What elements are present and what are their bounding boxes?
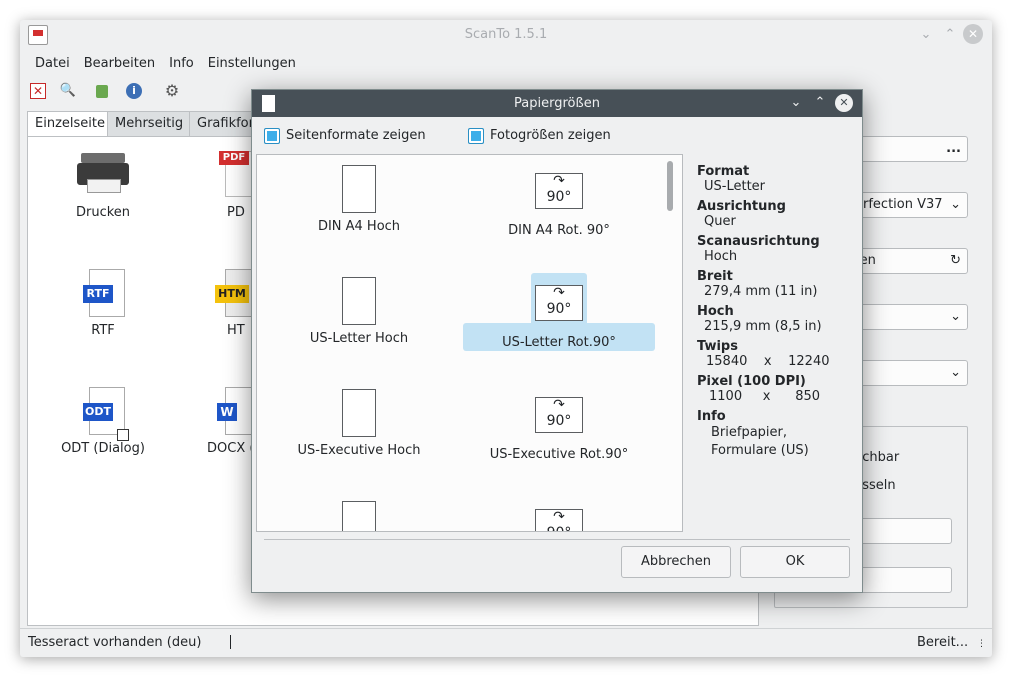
toolbar: ✕ 🔍 i ⚙	[28, 81, 198, 103]
list-item[interactable]: DIN A4 Hoch	[259, 165, 459, 234]
info-heading: Hoch	[697, 304, 734, 319]
output-label: ODT (Dialog)	[61, 441, 145, 456]
divider	[264, 539, 850, 540]
html-icon: HTM	[213, 269, 255, 317]
status-state: Bereit...	[917, 635, 969, 650]
refresh-button[interactable]: fen ↻	[848, 248, 968, 274]
dialog-title: Papiergrößen	[514, 96, 600, 111]
minimize-icon[interactable]: ⌄	[787, 94, 805, 112]
search-icon[interactable]: 🔍	[58, 81, 78, 101]
list-item[interactable]	[259, 501, 459, 531]
info-value: Formulare (US)	[711, 443, 809, 458]
paper-info-panel: Format US-Letter Ausrichtung Quer Scanau…	[697, 164, 857, 460]
output-odt[interactable]: ODT ODT (Dialog)	[43, 387, 163, 456]
resize-grip-icon[interactable]: ⋮	[977, 639, 987, 649]
paper-size-dialog: Papiergrößen ⌄ ⌃ ✕ Seitenformate zeigen …	[251, 89, 863, 593]
output-label: RTF	[91, 323, 115, 338]
info-heading: Breit	[697, 269, 733, 284]
text-field-1[interactable]	[848, 518, 952, 544]
info-heading: Scanausrichtung	[697, 234, 820, 249]
info-heading: Format	[697, 164, 750, 179]
list-item[interactable]: ↷ 90° US-Executive Rot.90°	[459, 397, 659, 462]
ok-button[interactable]: OK	[740, 546, 850, 578]
checkbox-label: Seitenformate zeigen	[286, 128, 426, 143]
info-heading: Twips	[697, 339, 738, 354]
checkbox-checked[interactable]	[264, 128, 280, 144]
dialog-titlebar: Papiergrößen ⌄ ⌃ ✕	[252, 90, 862, 117]
maximize-icon[interactable]: ⌃	[811, 94, 829, 112]
close-icon[interactable]: ✕	[835, 94, 853, 112]
rtf-icon: RTF	[77, 269, 129, 317]
window-title: ScanTo 1.5.1	[464, 27, 548, 42]
close-icon[interactable]: ✕	[963, 24, 983, 44]
chevron-down-icon: ⌄	[950, 365, 961, 380]
info-value: Hoch	[704, 249, 738, 264]
scrollbar-thumb[interactable]	[667, 161, 673, 211]
paper-size-list: DIN A4 Hoch ↷ 90° DIN A4 Rot. 90° US-Lett…	[256, 154, 683, 532]
info-heading: Info	[697, 409, 726, 424]
menu-datei[interactable]: Datei	[28, 52, 77, 76]
docx-icon: W	[213, 387, 255, 435]
maximize-icon[interactable]: ⌃	[941, 26, 959, 44]
info-value: US-Letter	[704, 179, 766, 194]
tab-mehrseitig[interactable]: Mehrseitig	[107, 111, 192, 136]
output-rtf[interactable]: RTF RTF	[43, 269, 163, 338]
gear-icon[interactable]: ⚙	[162, 81, 182, 101]
printer-icon	[77, 151, 129, 199]
tab-einzelseite[interactable]: Einzelseite	[27, 111, 113, 136]
text-field-2[interactable]	[848, 567, 952, 593]
menu-bearbeiten[interactable]: Bearbeiten	[77, 52, 162, 76]
statusbar: Tesseract vorhanden (deu) Bereit... ⋮	[20, 628, 992, 657]
list-item-selected[interactable]: ↷ 90° US-Letter Rot.90°	[459, 285, 659, 350]
refresh-icon: ↻	[950, 253, 961, 268]
chevron-down-icon: ⌄	[950, 309, 961, 324]
list-item[interactable]: US-Letter Hoch	[259, 277, 459, 346]
info-heading: Ausrichtung	[697, 199, 786, 214]
menubar: Datei Bearbeiten Info Einstellungen	[28, 52, 303, 76]
info-value: 215,9 mm (8,5 in)	[704, 319, 822, 334]
info-value: Briefpapier,	[711, 425, 788, 440]
info-value: Quer	[704, 214, 736, 229]
book-icon[interactable]	[96, 85, 108, 98]
cancel-button[interactable]: Abbrechen	[621, 546, 731, 578]
device-select[interactable]: erfection V37 ⌄	[848, 192, 968, 218]
divider	[230, 635, 231, 649]
checkbox-label: Fotogrößen zeigen	[490, 128, 611, 143]
info-value: 279,4 mm (11 in)	[704, 284, 818, 299]
pdf-icon: PDF	[213, 151, 255, 199]
checkbox-checked[interactable]	[468, 128, 484, 144]
minimize-icon[interactable]: ⌄	[917, 26, 935, 44]
menu-info[interactable]: Info	[162, 52, 201, 76]
chevron-down-icon: ⌄	[950, 197, 961, 212]
odt-icon: ODT	[77, 387, 129, 441]
info-heading: Pixel (100 DPI)	[697, 374, 806, 389]
info-value: 1100 x 850	[709, 389, 821, 404]
select-2[interactable]: ⌄	[848, 304, 968, 330]
output-path-field[interactable]: n ...	[848, 136, 968, 162]
info-icon[interactable]: i	[126, 83, 142, 99]
status-text: Tesseract vorhanden (deu)	[28, 635, 202, 650]
menu-einstellungen[interactable]: Einstellungen	[201, 52, 303, 76]
browse-button[interactable]: ...	[946, 137, 961, 161]
output-label: Drucken	[75, 205, 131, 220]
list-item[interactable]: ↷90°	[459, 509, 659, 531]
list-item[interactable]: ↷ 90° DIN A4 Rot. 90°	[459, 173, 659, 238]
close-file-icon[interactable]: ✕	[30, 83, 46, 99]
select-3[interactable]: ⌄	[848, 360, 968, 386]
info-value: 15840 x 12240	[706, 354, 830, 369]
output-print[interactable]: Drucken	[43, 151, 163, 220]
list-item[interactable]: US-Executive Hoch	[259, 389, 459, 458]
